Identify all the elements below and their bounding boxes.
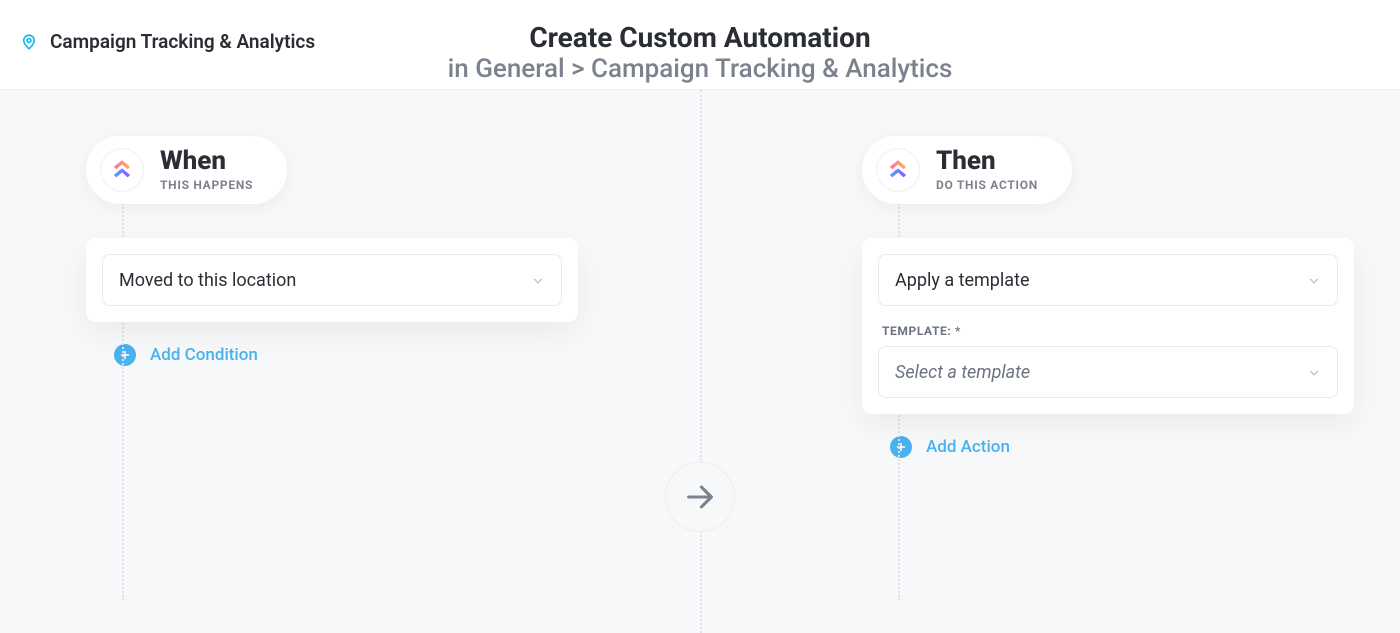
add-action-label: Add Action — [926, 437, 1010, 457]
automation-canvas: When THIS HAPPENS Moved to this location… — [0, 90, 1400, 633]
breadcrumb-label: Campaign Tracking & Analytics — [50, 30, 315, 53]
clickup-logo-icon — [100, 148, 144, 192]
chevron-down-icon — [1307, 365, 1321, 379]
location-pin-icon — [20, 33, 38, 51]
page-header: Campaign Tracking & Analytics Create Cus… — [0, 0, 1400, 90]
page-title: Create Custom Automation — [448, 22, 953, 54]
template-select[interactable]: Select a template — [878, 346, 1338, 398]
clickup-logo-icon — [876, 148, 920, 192]
plus-circle-icon — [114, 344, 136, 366]
when-heading: When — [160, 148, 253, 174]
then-heading: Then — [936, 148, 1038, 174]
template-field-label: TEMPLATE: * — [882, 324, 1334, 338]
flow-arrow-icon — [665, 462, 735, 532]
header-title-block: Create Custom Automation in General > Ca… — [448, 22, 953, 85]
plus-circle-icon — [890, 436, 912, 458]
add-condition-button[interactable]: Add Condition — [86, 344, 578, 366]
when-header-pill: When THIS HAPPENS — [86, 136, 287, 204]
center-connector-line — [700, 90, 702, 633]
template-select-placeholder: Select a template — [895, 362, 1030, 383]
chevron-down-icon — [1307, 273, 1321, 287]
trigger-select[interactable]: Moved to this location — [102, 254, 562, 306]
add-condition-label: Add Condition — [150, 345, 258, 365]
breadcrumb[interactable]: Campaign Tracking & Analytics — [20, 30, 315, 53]
action-card: Apply a template TEMPLATE: * Select a te… — [862, 238, 1354, 414]
add-action-button[interactable]: Add Action — [862, 436, 1354, 458]
action-select[interactable]: Apply a template — [878, 254, 1338, 306]
then-column: Then DO THIS ACTION Apply a template TEM… — [862, 136, 1354, 458]
when-subheading: THIS HAPPENS — [160, 178, 253, 192]
then-subheading: DO THIS ACTION — [936, 178, 1038, 192]
when-column: When THIS HAPPENS Moved to this location… — [86, 136, 578, 366]
chevron-down-icon — [531, 273, 545, 287]
action-select-value: Apply a template — [895, 270, 1030, 291]
trigger-card: Moved to this location — [86, 238, 578, 322]
then-header-pill: Then DO THIS ACTION — [862, 136, 1072, 204]
trigger-select-value: Moved to this location — [119, 270, 296, 291]
page-subtitle: in General > Campaign Tracking & Analyti… — [448, 54, 953, 85]
